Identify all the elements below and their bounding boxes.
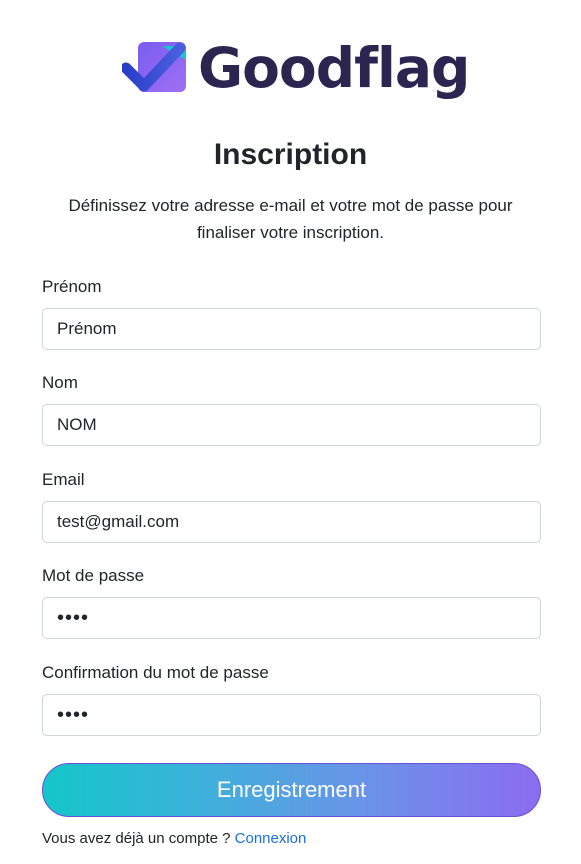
- last-name-input[interactable]: [42, 404, 541, 446]
- login-link[interactable]: Connexion: [235, 830, 307, 847]
- brand-logo: Goodflag: [122, 36, 470, 100]
- checkmark-flag-logo-icon: [122, 42, 186, 92]
- last-name-label: Nom: [42, 373, 78, 392]
- email-label: Email: [42, 470, 85, 489]
- password-label: Mot de passe: [42, 566, 145, 585]
- brand-name: Goodflag: [198, 36, 470, 100]
- password-confirm-label: Confirmation du mot de passe: [42, 663, 269, 682]
- email-input[interactable]: [42, 501, 541, 543]
- password-confirm-input[interactable]: [42, 694, 541, 736]
- page-subtitle: Définissez votre adresse e-mail et votre…: [68, 196, 513, 242]
- first-name-label: Prénom: [42, 277, 102, 296]
- login-prompt-text: Vous avez déjà un compte ?: [42, 830, 235, 847]
- register-button[interactable]: Enregistrement: [42, 763, 541, 817]
- first-name-input[interactable]: [42, 308, 541, 350]
- password-input[interactable]: [42, 597, 541, 639]
- signup-page: Goodflag Inscription Définissez votre ad…: [0, 0, 581, 864]
- login-prompt-row: Vous avez déjà un compte ? Connexion: [42, 829, 306, 849]
- page-title: Inscription: [213, 138, 368, 171]
